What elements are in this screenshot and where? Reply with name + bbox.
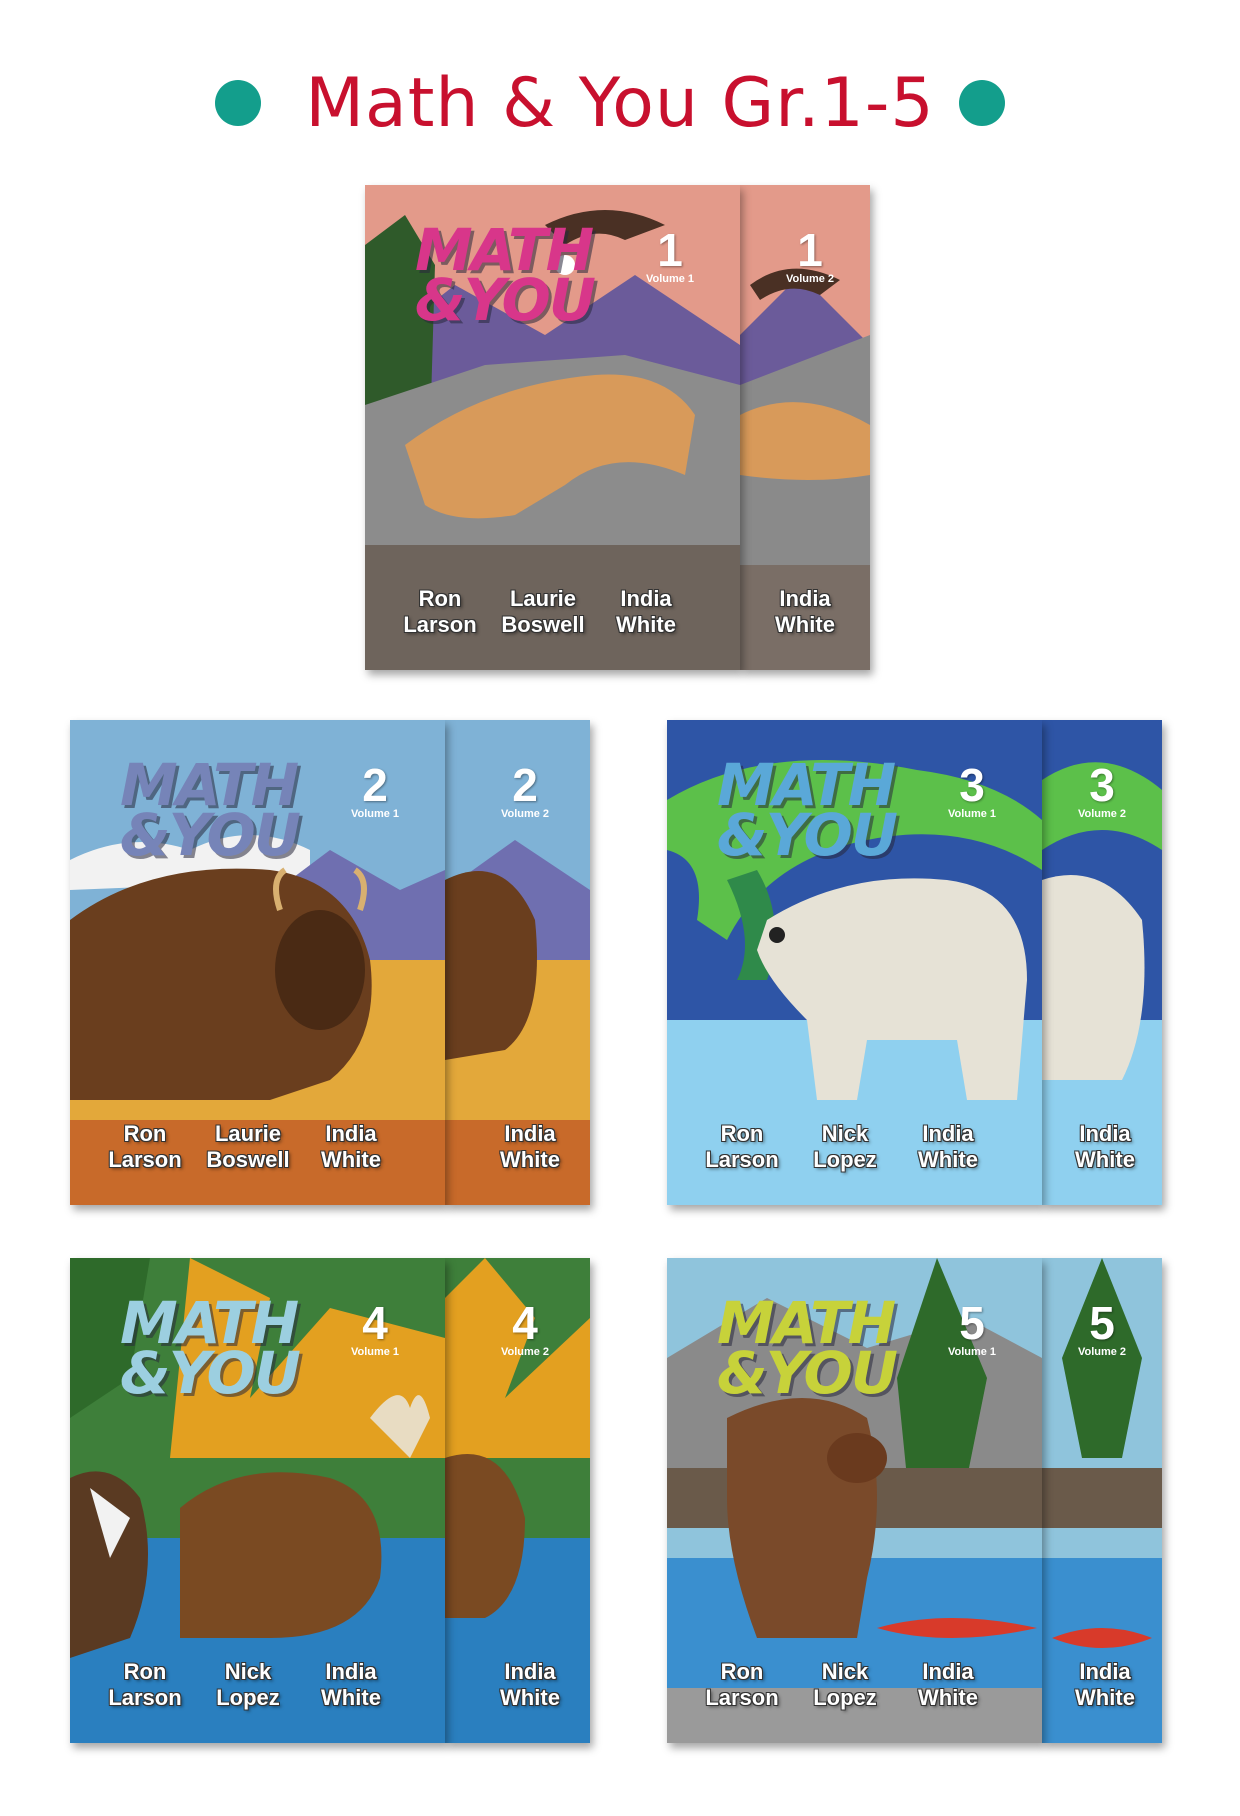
volume-label: Volume 1 <box>645 273 695 285</box>
author-name: Laurie Boswell <box>501 586 585 637</box>
grade-number: 5 <box>959 1297 985 1349</box>
grade-number: 1 <box>657 224 683 276</box>
grade-5-volume-2-cover[interactable]: 5 Volume 2 India White <box>1042 1258 1162 1743</box>
author-name: Ron Larson <box>108 1659 182 1710</box>
author-name: Nick Lopez <box>216 1659 280 1710</box>
grade-number: 2 <box>512 759 538 811</box>
author-name: Ron Larson <box>705 1121 779 1172</box>
teal-dot-icon <box>959 80 1005 126</box>
author-name: India White <box>616 586 676 637</box>
author-name: India White <box>1075 1121 1135 1172</box>
grade-3-book-set[interactable]: 3 Volume 2 India White MATH &YOU 3 Volume … <box>667 720 1162 1205</box>
grade-number: 3 <box>1089 759 1115 811</box>
author-name: India White <box>321 1659 381 1710</box>
author-name: Ron Larson <box>705 1659 779 1710</box>
grade-4-volume-1-cover[interactable]: MATH &YOU 4 Volume 1 Ron Larson Nick Lopez … <box>70 1258 445 1743</box>
grade-3-volume-1-cover[interactable]: MATH &YOU 3 Volume 1 Ron Larson Nick Lopez … <box>667 720 1042 1205</box>
volume-label: Volume 2 <box>785 273 835 285</box>
author-name: Laurie Boswell <box>206 1121 290 1172</box>
grade-3-volume-2-cover[interactable]: 3 Volume 2 India White <box>1042 720 1162 1205</box>
grade-5-book-set[interactable]: 5 Volume 2 India White MATH &YOU 5 Volume … <box>667 1258 1162 1743</box>
volume-label: Volume 1 <box>947 1346 997 1358</box>
grade-4-book-set[interactable]: 4 Volume 2 India White MATH &YOU 4 Volume … <box>70 1258 590 1743</box>
grade-5-volume-1-cover[interactable]: MATH &YOU 5 Volume 1 Ron Larson Nick Lopez … <box>667 1258 1042 1743</box>
volume-label: Volume 2 <box>1077 808 1127 820</box>
page-header: Math & You Gr.1-5 <box>0 50 1240 150</box>
grade-2-volume-2-cover[interactable]: 2 Volume 2 India White <box>445 720 590 1205</box>
grade-number: 4 <box>512 1297 538 1349</box>
volume-label: Volume 2 <box>1077 1346 1127 1358</box>
grade-number: 3 <box>959 759 985 811</box>
volume-label: Volume 2 <box>500 808 550 820</box>
grade-2-book-set[interactable]: 2 Volume 2 India White MATH &YOU 2 Volume … <box>70 720 590 1205</box>
author-name: India White <box>918 1121 978 1172</box>
grade-number: 1 <box>797 224 823 276</box>
author-name: Nick Lopez <box>813 1659 877 1710</box>
grade-1-volume-2-cover[interactable]: 1 Volume 2 India White <box>740 185 870 670</box>
page-title: Math & You Gr.1-5 <box>305 64 935 143</box>
grade-number: 5 <box>1089 1297 1115 1349</box>
author-name: Ron Larson <box>403 586 477 637</box>
math-and-you-logo: MATH &YOU <box>120 751 301 869</box>
math-and-you-logo: MATH &YOU <box>120 1289 301 1407</box>
volume-label: Volume 1 <box>350 1346 400 1358</box>
author-name: India White <box>500 1121 560 1172</box>
volume-label: Volume 2 <box>500 1346 550 1358</box>
math-and-you-logo: MATH &YOU <box>717 1289 898 1407</box>
grade-4-volume-2-cover[interactable]: 4 Volume 2 India White <box>445 1258 590 1743</box>
grade-number: 4 <box>362 1297 388 1349</box>
author-name: India White <box>500 1659 560 1710</box>
grade-1-volume-1-cover[interactable]: MATH &YOU 1 Volume 1 Ron Larson Laurie Bosw… <box>365 185 740 670</box>
author-name: India White <box>918 1659 978 1710</box>
author-name: India White <box>321 1121 381 1172</box>
author-name: India White <box>1075 1659 1135 1710</box>
volume-label: Volume 1 <box>350 808 400 820</box>
author-name: Ron Larson <box>108 1121 182 1172</box>
author-name: India White <box>775 586 835 637</box>
math-and-you-logo: MATH &YOU <box>415 216 596 334</box>
grade-1-book-set[interactable]: 1 Volume 2 India White MATH &YOU 1 Volume … <box>365 185 870 670</box>
author-name: Nick Lopez <box>813 1121 877 1172</box>
math-and-you-logo: MATH &YOU <box>717 751 898 869</box>
grade-number: 2 <box>362 759 388 811</box>
volume-label: Volume 1 <box>947 808 997 820</box>
grade-2-volume-1-cover[interactable]: MATH &YOU 2 Volume 1 Ron Larson Laurie Bosw… <box>70 720 445 1205</box>
